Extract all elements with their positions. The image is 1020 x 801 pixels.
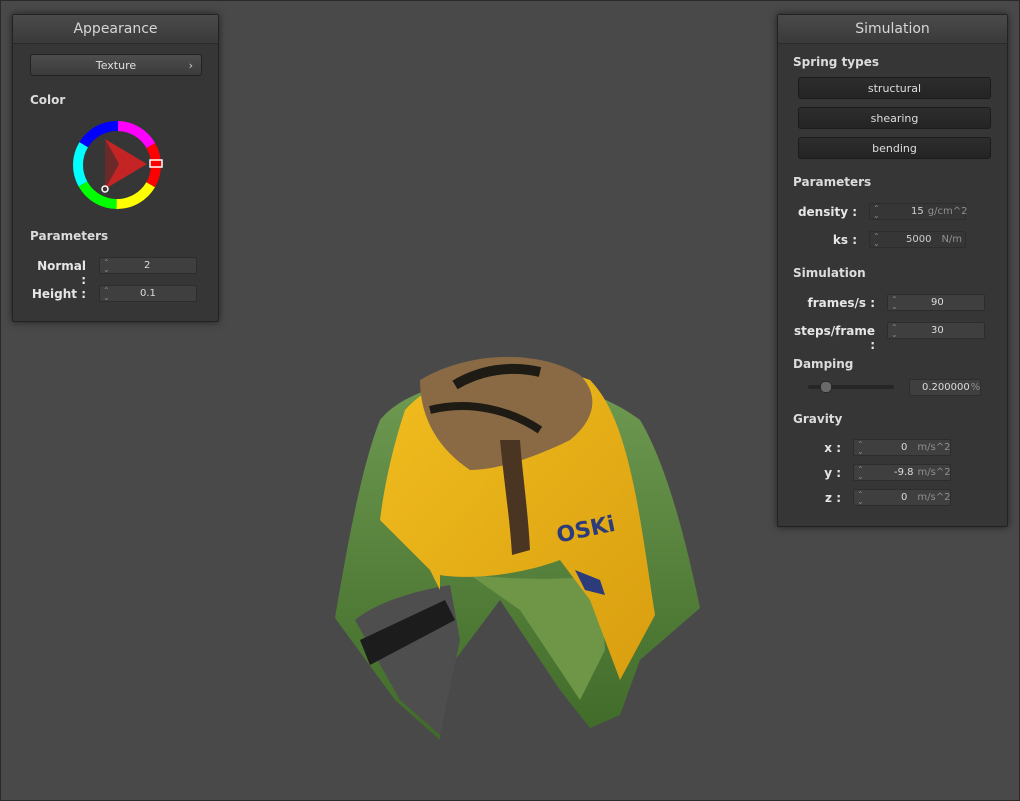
simulation-section-label: Simulation — [793, 266, 866, 280]
ks-value-wrap: 5000 N/m — [906, 234, 962, 245]
normal-label: Normal : — [37, 259, 86, 287]
fps-label: frames/s : — [807, 296, 875, 310]
spinner-icon[interactable]: ⌃ ⌄ — [857, 466, 864, 481]
normal-value: 2 — [144, 260, 151, 271]
damping-unit: % — [970, 382, 981, 393]
density-label: density : — [797, 205, 857, 219]
ks-unit: N/m — [941, 234, 963, 245]
fps-value: 90 — [931, 297, 944, 308]
color-section-label: Color — [30, 93, 66, 107]
gravity-z-wrap: 0 m/s^2 — [901, 492, 950, 503]
gravity-z-label: z : — [825, 491, 841, 505]
gravity-x-unit: m/s^2 — [917, 442, 951, 453]
simulation-panel: Simulation Spring types structural shear… — [777, 14, 1008, 527]
chevron-right-icon: › — [188, 59, 193, 72]
structural-button[interactable]: structural — [798, 77, 991, 99]
fps-input[interactable]: ⌃ ⌄ 90 — [887, 294, 985, 311]
gravity-z-value: 0 — [901, 492, 908, 503]
steps-value: 30 — [931, 325, 944, 336]
gravity-x-label: x : — [824, 441, 841, 455]
shearing-button[interactable]: shearing — [798, 107, 991, 129]
spinner-icon[interactable]: ⌃ ⌄ — [857, 441, 864, 456]
simulation-title: Simulation — [778, 15, 1007, 44]
spinner-icon[interactable]: ⌃ ⌄ — [891, 324, 898, 339]
appearance-panel: Appearance Texture › Color Parameters No… — [12, 14, 219, 322]
height-value: 0.1 — [140, 288, 156, 299]
steps-input[interactable]: ⌃ ⌄ 30 — [887, 322, 985, 339]
ks-input[interactable]: ⌃ ⌄ 5000 N/m — [869, 231, 966, 248]
shader-dropdown-label: Texture — [95, 59, 137, 72]
damping-input[interactable]: 0.200000% — [909, 379, 981, 396]
density-unit: g/cm^2 — [927, 206, 968, 217]
damping-value-wrap: 0.200000% — [922, 382, 980, 393]
spinner-icon[interactable]: ⌃ ⌄ — [103, 287, 110, 302]
density-value: 15 — [911, 206, 924, 217]
normal-input[interactable]: ⌃ ⌄ 2 — [99, 257, 197, 274]
gravity-x-input[interactable]: ⌃ ⌄ 0 m/s^2 — [853, 439, 951, 456]
spinner-icon[interactable]: ⌃ ⌄ — [103, 259, 110, 274]
gravity-y-value: -9.8 — [894, 467, 914, 478]
gravity-x-wrap: 0 m/s^2 — [901, 442, 950, 453]
spinner-icon[interactable]: ⌃ ⌄ — [873, 205, 880, 220]
gravity-y-label: y : — [824, 466, 841, 480]
gravity-label: Gravity — [793, 412, 843, 426]
sim-parameters-label: Parameters — [793, 175, 872, 189]
spring-types-label: Spring types — [793, 55, 880, 69]
spinner-icon[interactable]: ⌃ ⌄ — [857, 491, 864, 506]
appearance-title: Appearance — [13, 15, 218, 44]
damping-label: Damping — [793, 357, 854, 371]
damping-slider-handle[interactable] — [820, 381, 832, 393]
gravity-y-input[interactable]: ⌃ ⌄ -9.8 m/s^2 — [853, 464, 951, 481]
ks-value: 5000 — [906, 234, 932, 245]
density-input[interactable]: ⌃ ⌄ 15 g/cm^2 — [869, 203, 967, 220]
gravity-y-wrap: -9.8 m/s^2 — [894, 467, 951, 478]
density-value-wrap: 15 g/cm^2 — [911, 206, 967, 217]
gravity-z-unit: m/s^2 — [917, 492, 951, 503]
gravity-y-unit: m/s^2 — [917, 467, 951, 478]
spinner-icon[interactable]: ⌃ ⌄ — [891, 296, 898, 311]
shader-dropdown[interactable]: Texture › — [30, 54, 202, 76]
damping-slider[interactable] — [808, 381, 894, 393]
ks-label: ks : — [832, 233, 857, 247]
spinner-icon[interactable]: ⌃ ⌄ — [873, 233, 880, 248]
height-label: Height : — [31, 287, 86, 301]
damping-value: 0.200000 — [922, 382, 970, 393]
gravity-z-input[interactable]: ⌃ ⌄ 0 m/s^2 — [853, 489, 951, 506]
gravity-x-value: 0 — [901, 442, 908, 453]
bending-button[interactable]: bending — [798, 137, 991, 159]
steps-label: steps/frame : — [793, 324, 875, 352]
height-input[interactable]: ⌃ ⌄ 0.1 — [99, 285, 197, 302]
appearance-parameters-label: Parameters — [30, 229, 109, 243]
color-wheel[interactable] — [69, 117, 165, 213]
